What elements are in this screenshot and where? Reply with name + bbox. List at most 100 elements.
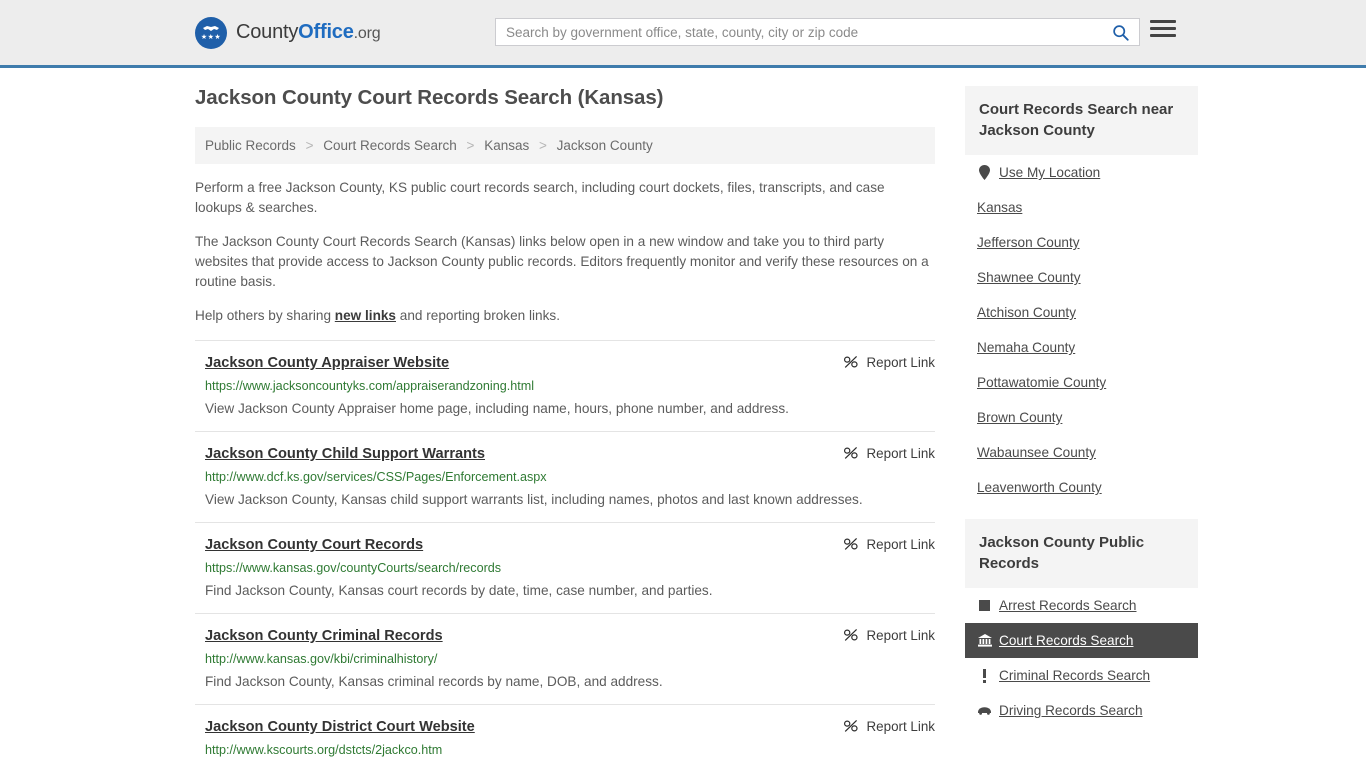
result-item: Jackson County Court Records https://www… — [195, 522, 935, 613]
new-links-link[interactable]: new links — [335, 308, 396, 323]
sidebar-item-label: Brown County — [977, 410, 1062, 425]
breadcrumb: Public Records > Court Records Search > … — [195, 127, 935, 164]
results-list: Jackson County Appraiser Website https:/… — [195, 340, 935, 768]
list-item: Leavenworth County — [965, 470, 1198, 505]
sidebar-item-label: Arrest Records Search — [999, 598, 1137, 613]
sidebar-near-heading: Court Records Search near Jackson County — [965, 86, 1198, 155]
report-link-button[interactable]: Report Link — [843, 354, 935, 370]
courthouse-icon — [977, 634, 992, 647]
result-description: View Jackson County Appraiser home page,… — [205, 398, 905, 419]
list-item: Shawnee County — [965, 260, 1198, 295]
result-url[interactable]: https://www.jacksoncountyks.com/appraise… — [205, 378, 935, 395]
sidebar-item-label: Use My Location — [999, 165, 1100, 180]
report-link-label: Report Link — [867, 446, 935, 461]
broken-link-icon — [843, 627, 859, 643]
sidebar-item-wabaunsee-county[interactable]: Wabaunsee County — [965, 435, 1198, 470]
report-link-button[interactable]: Report Link — [843, 445, 935, 461]
search-bar[interactable] — [495, 18, 1140, 46]
sidebar-item-label: Jefferson County — [977, 235, 1080, 250]
intro-paragraph-3: Help others by sharing new links and rep… — [195, 306, 935, 326]
broken-link-icon — [843, 536, 859, 552]
result-url[interactable]: http://www.kansas.gov/kbi/criminalhistor… — [205, 651, 935, 668]
search-input[interactable] — [496, 25, 1108, 40]
result-title[interactable]: Jackson County Child Support Warrants — [205, 446, 485, 462]
list-item: Driving Records Search — [965, 693, 1198, 728]
sidebar-public-records-heading: Jackson County Public Records — [965, 519, 1198, 588]
sidebar-item-label: Nemaha County — [977, 340, 1075, 355]
sidebar-item-label: Atchison County — [977, 305, 1076, 320]
page-title: Jackson County Court Records Search (Kan… — [195, 86, 935, 110]
report-link-button[interactable]: Report Link — [843, 627, 935, 643]
sidebar: Court Records Search near Jackson County… — [965, 86, 1198, 768]
logo-wordmark: CountyOffice.org — [236, 21, 380, 44]
sidebar-item-nemaha-county[interactable]: Nemaha County — [965, 330, 1198, 365]
sidebar-item-leavenworth-county[interactable]: Leavenworth County — [965, 470, 1198, 505]
sidebar-item-pottawatomie-county[interactable]: Pottawatomie County — [965, 365, 1198, 400]
result-description: Find Jackson County, Kansas court record… — [205, 580, 905, 601]
broken-link-icon — [843, 354, 859, 370]
sidebar-near-list: Use My Location Kansas Jefferson County … — [965, 155, 1198, 505]
result-url[interactable]: http://www.dcf.ks.gov/services/CSS/Pages… — [205, 469, 935, 486]
breadcrumb-separator: > — [539, 138, 547, 153]
county-office-logo-icon: ★★★ — [195, 17, 227, 49]
breadcrumb-separator: > — [467, 138, 475, 153]
search-button[interactable] — [1108, 24, 1139, 41]
result-description: View Jackson County, Kansas child suppor… — [205, 489, 905, 510]
result-url[interactable]: http://www.kscourts.org/dstcts/2jackco.h… — [205, 742, 935, 759]
logo-text-county: County — [236, 21, 298, 43]
result-title[interactable]: Jackson County Appraiser Website — [205, 355, 449, 371]
logo-text-office: Office — [298, 21, 353, 43]
sidebar-item-brown-county[interactable]: Brown County — [965, 400, 1198, 435]
list-item: Court Records Search — [965, 623, 1198, 658]
result-item: Jackson County District Court Website ht… — [195, 704, 935, 768]
result-title[interactable]: Jackson County Court Records — [205, 537, 423, 553]
sidebar-spacer — [965, 505, 1198, 519]
list-item: Pottawatomie County — [965, 365, 1198, 400]
report-link-label: Report Link — [867, 355, 935, 370]
intro-paragraph-1: Perform a free Jackson County, KS public… — [195, 178, 935, 218]
result-item: Jackson County Child Support Warrants ht… — [195, 431, 935, 522]
sidebar-item-label: Pottawatomie County — [977, 375, 1106, 390]
list-item: Wabaunsee County — [965, 435, 1198, 470]
breadcrumb-item-kansas[interactable]: Kansas — [484, 138, 529, 153]
sidebar-item-label: Wabaunsee County — [977, 445, 1096, 460]
list-item: Kansas — [965, 190, 1198, 225]
breadcrumb-item-public-records[interactable]: Public Records — [205, 138, 296, 153]
intro-p3-before: Help others by sharing — [195, 308, 335, 323]
sidebar-item-atchison-county[interactable]: Atchison County — [965, 295, 1198, 330]
result-item: Jackson County Criminal Records http://w… — [195, 613, 935, 704]
breadcrumb-separator: > — [306, 138, 314, 153]
report-link-button[interactable]: Report Link — [843, 718, 935, 734]
result-url[interactable]: https://www.kansas.gov/countyCourts/sear… — [205, 560, 935, 577]
result-title[interactable]: Jackson County District Court Website — [205, 719, 475, 735]
sidebar-item-kansas[interactable]: Kansas — [965, 190, 1198, 225]
menu-button[interactable] — [1150, 20, 1176, 37]
intro-paragraph-2: The Jackson County Court Records Search … — [195, 232, 935, 292]
list-item: Jefferson County — [965, 225, 1198, 260]
car-icon — [977, 706, 992, 715]
sidebar-item-criminal-records-search[interactable]: Criminal Records Search — [965, 658, 1198, 693]
result-title[interactable]: Jackson County Criminal Records — [205, 628, 443, 644]
exclamation-icon — [977, 669, 992, 683]
sidebar-item-court-records-search[interactable]: Court Records Search — [965, 623, 1198, 658]
page-body: Jackson County Court Records Search (Kan… — [0, 68, 1366, 768]
logo-text-org: .org — [354, 25, 381, 42]
sidebar-item-shawnee-county[interactable]: Shawnee County — [965, 260, 1198, 295]
sidebar-item-arrest-records-search[interactable]: Arrest Records Search — [965, 588, 1198, 623]
list-item: Arrest Records Search — [965, 588, 1198, 623]
list-item: Nemaha County — [965, 330, 1198, 365]
list-item: Atchison County — [965, 295, 1198, 330]
list-item: Brown County — [965, 400, 1198, 435]
breadcrumb-item-jackson-county[interactable]: Jackson County — [557, 138, 653, 153]
sidebar-item-driving-records-search[interactable]: Driving Records Search — [965, 693, 1198, 728]
sidebar-item-label: Driving Records Search — [999, 703, 1143, 718]
hamburger-bar — [1150, 34, 1176, 37]
site-logo[interactable]: ★★★ CountyOffice.org — [195, 17, 380, 49]
report-link-label: Report Link — [867, 719, 935, 734]
sidebar-item-use-my-location[interactable]: Use My Location — [965, 155, 1198, 190]
breadcrumb-item-court-records-search[interactable]: Court Records Search — [323, 138, 457, 153]
report-link-button[interactable]: Report Link — [843, 536, 935, 552]
sidebar-item-jefferson-county[interactable]: Jefferson County — [965, 225, 1198, 260]
intro-text: Perform a free Jackson County, KS public… — [195, 178, 935, 326]
sidebar-item-label: Shawnee County — [977, 270, 1081, 285]
